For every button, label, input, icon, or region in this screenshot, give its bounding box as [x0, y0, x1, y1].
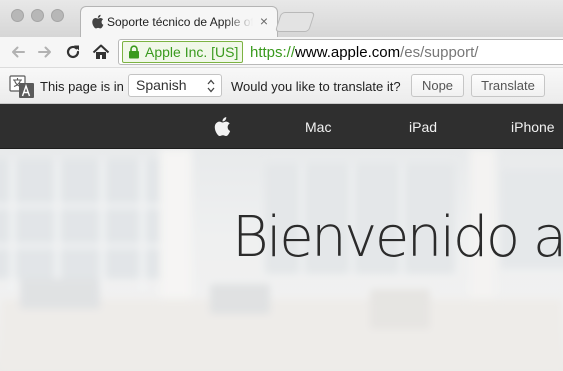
forward-arrow-icon[interactable]: [35, 41, 55, 63]
apple-icon: [92, 14, 104, 29]
ev-certificate-chip[interactable]: Apple Inc. [US]: [122, 41, 244, 63]
browser-toolbar: Apple Inc. [US] https://www.apple.com/es…: [0, 37, 563, 68]
url-scheme: https://: [250, 44, 296, 61]
reload-icon[interactable]: [63, 41, 83, 63]
site-global-nav: Mac iPad iPhone: [0, 104, 563, 149]
ev-organization-label: Apple Inc. [US]: [145, 44, 239, 60]
language-select[interactable]: Spanish: [128, 74, 222, 97]
select-arrows-icon: [207, 79, 215, 93]
minimize-window-button[interactable]: [31, 9, 44, 22]
tab-title: Soporte técnico de Apple oficial: [107, 15, 253, 29]
nav-item-iphone[interactable]: iPhone: [511, 119, 555, 135]
nope-button[interactable]: Nope: [411, 74, 464, 97]
close-tab-icon[interactable]: ×: [257, 13, 271, 29]
lock-icon: [129, 45, 139, 59]
url-path: /es/support/: [400, 44, 479, 61]
url-text[interactable]: https://www.apple.com/es/support/: [250, 44, 478, 61]
address-bar[interactable]: Apple Inc. [US] https://www.apple.com/es…: [118, 39, 563, 65]
hero-banner: Bienvenido al: [0, 149, 563, 371]
title-bar: Soporte técnico de Apple oficial ×: [0, 0, 563, 37]
zoom-window-button[interactable]: [51, 9, 64, 22]
translate-icon: [9, 75, 34, 98]
url-host: www.apple.com: [295, 44, 401, 61]
new-tab-button[interactable]: [274, 12, 316, 32]
translate-button[interactable]: Translate: [471, 74, 545, 97]
home-icon[interactable]: [91, 41, 111, 63]
translate-question-text: Would you like to translate it?: [231, 79, 401, 94]
nav-item-ipad[interactable]: iPad: [409, 119, 437, 135]
close-window-button[interactable]: [11, 9, 24, 22]
language-select-value: Spanish: [136, 77, 187, 93]
hero-title: Bienvenido al: [232, 205, 563, 270]
nav-item-mac[interactable]: Mac: [305, 119, 331, 135]
apple-logo-icon[interactable]: [213, 116, 231, 137]
back-arrow-icon[interactable]: [8, 41, 28, 63]
translate-prefix-text: This page is in: [40, 79, 124, 94]
active-tab[interactable]: Soporte técnico de Apple oficial ×: [80, 6, 278, 37]
translate-infobar: This page is in Spanish Would you like t…: [0, 68, 563, 104]
